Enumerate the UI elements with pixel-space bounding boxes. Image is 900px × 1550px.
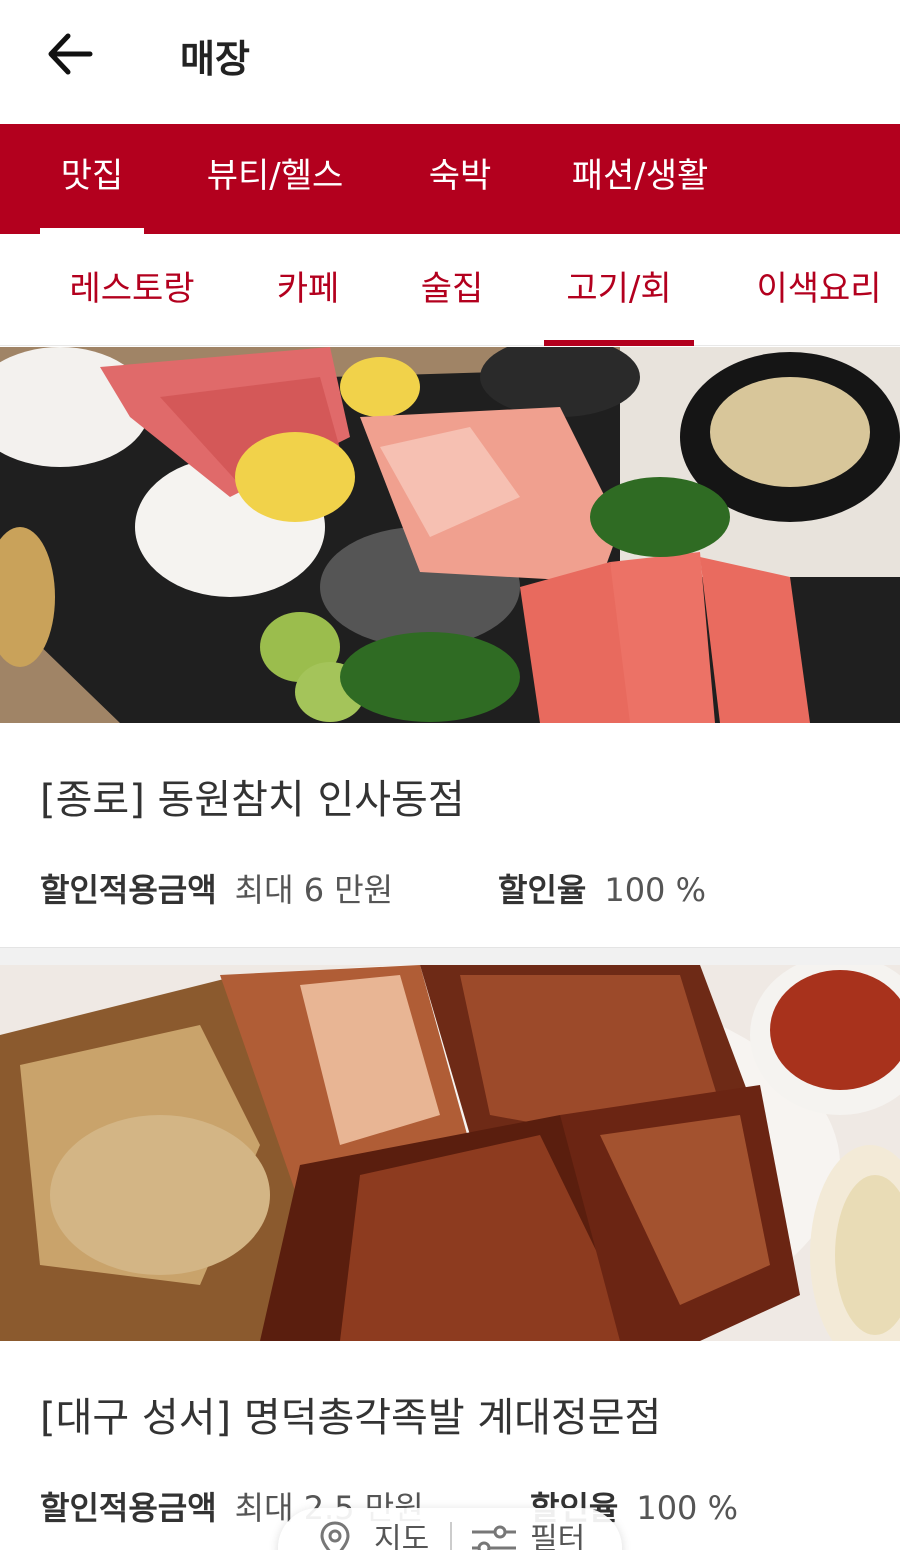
- subtab-meat-sashimi[interactable]: 고기/회: [544, 234, 694, 346]
- store-card[interactable]: [종로] 동원참치 인사동점 할인적용금액 최대 6 만원 할인율 100 %: [0, 347, 900, 947]
- store-image-jokbal: [0, 965, 900, 1341]
- tab-fashion-life[interactable]: 패션/생활: [565, 124, 715, 234]
- store-name: [종로] 동원참치 인사동점: [40, 777, 465, 823]
- tab-matjip[interactable]: 맛집: [40, 124, 144, 234]
- filter-sliders-icon: [472, 1525, 516, 1550]
- discount-amount-label: 할인적용금액: [40, 871, 217, 909]
- discount-rate-label: 할인율: [498, 871, 587, 909]
- app-header: 매장: [0, 0, 900, 124]
- map-button-label: 지도: [374, 1522, 430, 1550]
- arrow-left-icon: [48, 33, 93, 75]
- store-image-tuna: [0, 347, 900, 723]
- subtab-restaurant[interactable]: 레스토랑: [62, 234, 202, 346]
- page-title: 매장: [180, 37, 250, 81]
- back-button[interactable]: [40, 22, 104, 86]
- map-filter-floating-bar: 지도 필터: [278, 1508, 622, 1550]
- subtab-cafe[interactable]: 카페: [268, 234, 348, 346]
- store-name: [대구 성서] 명덕총각족발 계대정문점: [40, 1395, 662, 1441]
- map-pin-icon: [320, 1521, 350, 1550]
- store-discount-info: 할인적용금액 최대 6 만원 할인율 100 %: [40, 865, 900, 909]
- map-button[interactable]: 지도: [318, 1508, 438, 1550]
- subcategory-tab-bar: 레스토랑 카페 술집 고기/회 이색요리: [0, 234, 900, 346]
- store-card[interactable]: [대구 성서] 명덕총각족발 계대정문점 할인적용금액최대 2.5 만원 할인율…: [0, 965, 900, 1550]
- card-divider: [0, 947, 900, 965]
- subtab-bar[interactable]: 술집: [412, 234, 492, 346]
- discount-amount-label: 할인적용금액: [40, 1489, 217, 1527]
- subtab-exotic[interactable]: 이색요리: [748, 234, 890, 346]
- filter-button[interactable]: 필터: [470, 1508, 600, 1550]
- filter-button-label: 필터: [530, 1522, 586, 1550]
- tab-lodging[interactable]: 숙박: [420, 124, 500, 234]
- tab-beauty-health[interactable]: 뷰티/헬스: [200, 124, 350, 234]
- float-divider: [450, 1522, 452, 1550]
- discount-amount-value: 최대 6 만원: [234, 871, 394, 909]
- discount-rate-value: 100 %: [604, 871, 706, 909]
- discount-rate-value: 100 %: [636, 1489, 738, 1527]
- category-tab-bar: 맛집 뷰티/헬스 숙박 패션/생활: [0, 124, 900, 234]
